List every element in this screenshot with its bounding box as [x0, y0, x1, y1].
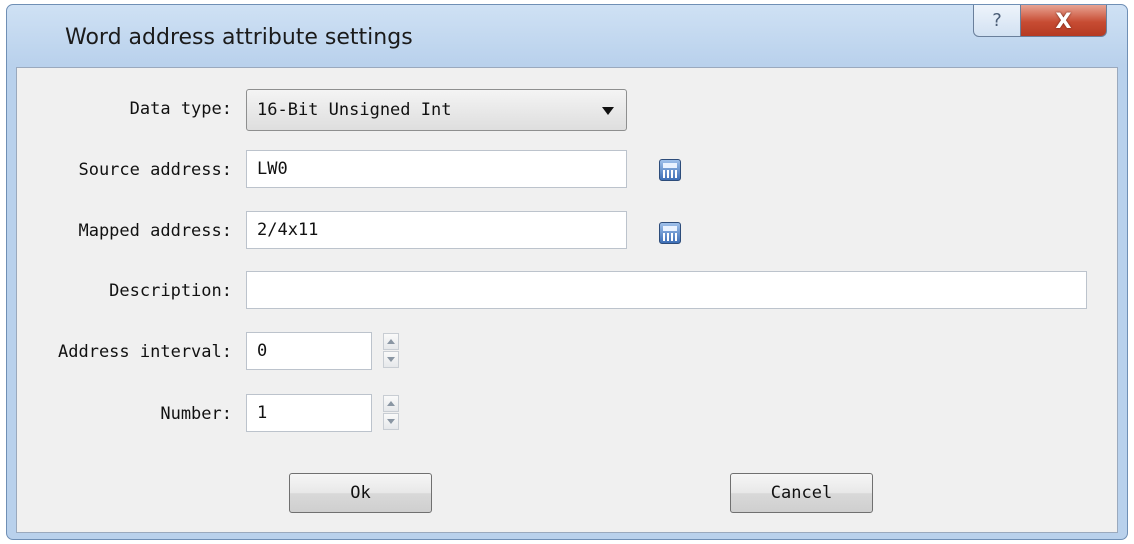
number-label: Number: [160, 404, 232, 424]
number-input[interactable]: 1 [246, 394, 372, 432]
address-interval-input[interactable]: 0 [246, 332, 372, 370]
description-input[interactable] [246, 271, 1087, 309]
window-title: Word address attribute settings [65, 25, 413, 50]
mapped-address-input[interactable]: 2/4x11 [246, 211, 627, 249]
source-address-input[interactable]: LW0 [246, 150, 627, 188]
data-type-label: Data type: [129, 99, 232, 119]
close-button[interactable]: X [1020, 5, 1107, 37]
calculator-icon[interactable] [659, 159, 681, 181]
title-bar[interactable]: Word address attribute settings ? X [7, 5, 1127, 67]
help-button[interactable]: ? [973, 5, 1021, 37]
ok-button[interactable]: Ok [289, 473, 432, 513]
mapped-address-label: Mapped address: [78, 221, 232, 241]
address-interval-label: Address interval: [58, 342, 232, 362]
dialog-window: Word address attribute settings ? X Data… [6, 4, 1128, 540]
dialog-body: Data type: 16-Bit Unsigned Int Source ad… [16, 67, 1118, 533]
data-type-select[interactable]: 16-Bit Unsigned Int [246, 89, 627, 131]
number-increment-button[interactable] [383, 395, 399, 412]
cancel-button[interactable]: Cancel [730, 473, 873, 513]
help-icon: ? [992, 10, 1002, 31]
number-decrement-button[interactable] [383, 413, 399, 430]
calculator-icon[interactable] [659, 222, 681, 244]
source-address-value: LW0 [257, 159, 288, 179]
address-interval-increment-button[interactable] [383, 333, 399, 350]
chevron-down-icon [602, 107, 614, 115]
source-address-label: Source address: [78, 160, 232, 180]
close-icon: X [1055, 8, 1072, 33]
mapped-address-value: 2/4x11 [257, 220, 319, 240]
description-label: Description: [109, 281, 232, 301]
address-interval-decrement-button[interactable] [383, 351, 399, 368]
number-value: 1 [257, 403, 268, 423]
address-interval-value: 0 [257, 341, 268, 361]
data-type-value: 16-Bit Unsigned Int [257, 100, 452, 120]
